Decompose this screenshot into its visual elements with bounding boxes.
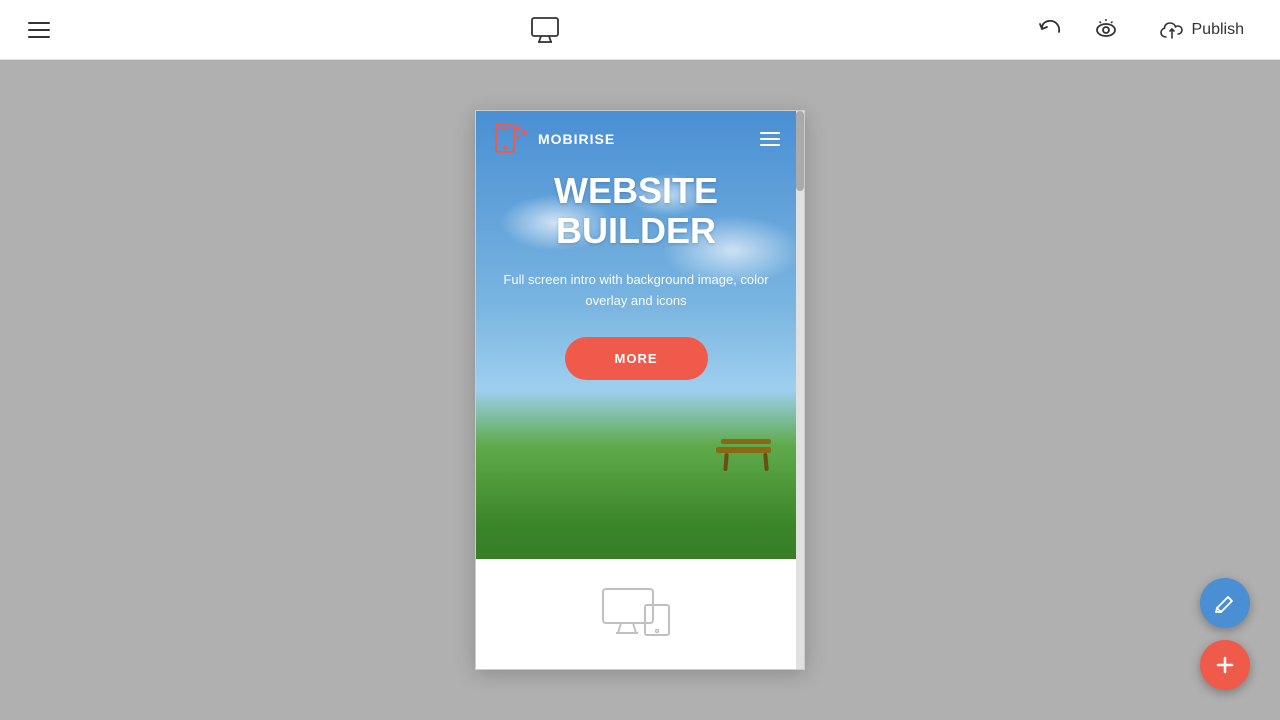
- phone-content: WEBSITE BUILDER Full screen intro with b…: [476, 111, 796, 669]
- device-preview-icon: [601, 587, 671, 642]
- toolbar-left: [20, 14, 58, 46]
- hamburger-menu-button[interactable]: [20, 14, 58, 46]
- toolbar: Publish: [0, 0, 1280, 60]
- phone-preview-frame: WEBSITE BUILDER Full screen intro with b…: [475, 110, 805, 670]
- phone-nav-menu-button[interactable]: [760, 132, 780, 146]
- phone-logo-text: MOBIRISE: [538, 131, 615, 147]
- fab-container: [1200, 578, 1250, 690]
- hero-title-line1: WEBSITE: [554, 170, 718, 211]
- canvas-area: WEBSITE BUILDER Full screen intro with b…: [0, 60, 1280, 720]
- hero-title-line2: BUILDER: [556, 210, 716, 251]
- phone-scrollbar[interactable]: [796, 111, 804, 669]
- bench-back: [721, 439, 771, 444]
- toolbar-right: Publish: [1032, 10, 1260, 50]
- hero-title: WEBSITE BUILDER: [554, 171, 718, 250]
- preview-device-button[interactable]: [525, 10, 565, 50]
- publish-label: Publish: [1192, 21, 1244, 39]
- fab-edit-button[interactable]: [1200, 578, 1250, 628]
- phone-logo: MOBIRISE: [492, 120, 615, 158]
- pencil-icon: [1214, 592, 1236, 614]
- hero-cta-button[interactable]: MORE: [565, 337, 708, 380]
- hero-content: WEBSITE BUILDER Full screen intro with b…: [476, 171, 796, 380]
- fab-add-button[interactable]: [1200, 640, 1250, 690]
- cloud-upload-icon: [1160, 18, 1184, 42]
- hero-subtitle: Full screen intro with background image,…: [496, 270, 776, 312]
- phone-navbar: MOBIRISE: [476, 111, 796, 166]
- phone-scrollbar-thumb: [796, 111, 804, 191]
- undo-button[interactable]: [1032, 12, 1068, 48]
- plus-icon: [1214, 654, 1236, 676]
- bench-leg-left: [723, 453, 729, 471]
- mobirise-logo-icon: [492, 120, 530, 158]
- bench-seat: [716, 447, 771, 453]
- phone-bottom-section: [476, 559, 796, 669]
- toolbar-center: [525, 10, 565, 50]
- preview-button[interactable]: [1088, 12, 1124, 48]
- bench-leg-right: [763, 453, 769, 471]
- publish-button[interactable]: Publish: [1144, 10, 1260, 50]
- bench-decoration: [716, 439, 776, 474]
